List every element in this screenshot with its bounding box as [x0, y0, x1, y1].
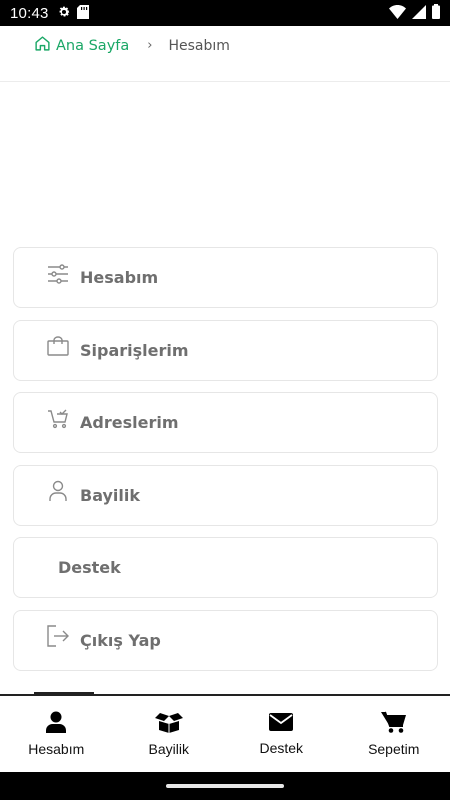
- box-open-icon: [154, 711, 183, 733]
- breadcrumb-home-link[interactable]: Ana Sayfa: [34, 35, 129, 56]
- nav-item-dealership[interactable]: Bayilik: [113, 696, 226, 772]
- nav-label: Bayilik: [148, 741, 189, 757]
- breadcrumb-separator: ›: [147, 38, 153, 53]
- breadcrumb-current: Hesabım: [168, 37, 230, 54]
- nav-label: Hesabım: [28, 741, 85, 757]
- breadcrumb: Ana Sayfa › Hesabım: [0, 26, 450, 82]
- home-gesture-handle[interactable]: [166, 784, 284, 788]
- home-icon: [34, 35, 51, 56]
- nav-item-account[interactable]: Hesabım: [0, 696, 113, 772]
- shopping-bag-icon: [46, 334, 70, 358]
- menu-label: Adreslerim: [80, 413, 179, 432]
- bottom-nav: Hesabım Bayilik Destek Sepetim: [0, 694, 450, 772]
- wifi-icon: [389, 4, 406, 23]
- menu-item-logout[interactable]: Çıkış Yap: [13, 609, 438, 671]
- signal-icon: [412, 4, 426, 23]
- user-icon: [46, 479, 70, 503]
- menu-item-support[interactable]: Destek: [13, 537, 438, 598]
- menu-item-dealership[interactable]: Bayilik: [13, 464, 438, 526]
- nav-label: Sepetim: [368, 741, 420, 757]
- menu-item-addresses[interactable]: Adreslerim: [13, 392, 438, 453]
- gear-icon: [57, 4, 71, 23]
- account-menu: Hesabım Siparişlerim Adreslerim Bayilik …: [13, 247, 438, 682]
- battery-icon: [432, 3, 440, 23]
- status-right-icons: [389, 3, 440, 23]
- nav-label: Destek: [259, 740, 304, 756]
- menu-label: Çıkış Yap: [80, 630, 161, 650]
- menu-item-account[interactable]: Hesabım: [13, 247, 438, 308]
- logout-icon: [46, 624, 70, 648]
- menu-label: Hesabım: [80, 268, 159, 287]
- menu-item-orders[interactable]: Siparişlerim: [13, 319, 438, 381]
- menu-label: Siparişlerim: [80, 340, 189, 360]
- status-time: 10:43: [10, 4, 49, 22]
- status-bar: 10:43: [0, 0, 450, 26]
- cart-check-icon: [46, 407, 70, 431]
- breadcrumb-home-label: Ana Sayfa: [56, 37, 130, 54]
- nav-item-support[interactable]: Destek: [225, 696, 338, 772]
- nav-item-cart[interactable]: Sepetim: [338, 696, 450, 772]
- status-left-icons: [57, 4, 89, 23]
- user-solid-icon: [45, 711, 67, 733]
- menu-label: Bayilik: [80, 485, 141, 505]
- menu-label: Destek: [58, 558, 121, 577]
- envelope-icon: [269, 712, 294, 732]
- sliders-icon: [46, 262, 70, 286]
- sd-card-icon: [76, 4, 89, 23]
- cart-icon: [380, 711, 407, 733]
- system-gesture-bar: [0, 772, 450, 800]
- blank-icon: [46, 552, 58, 576]
